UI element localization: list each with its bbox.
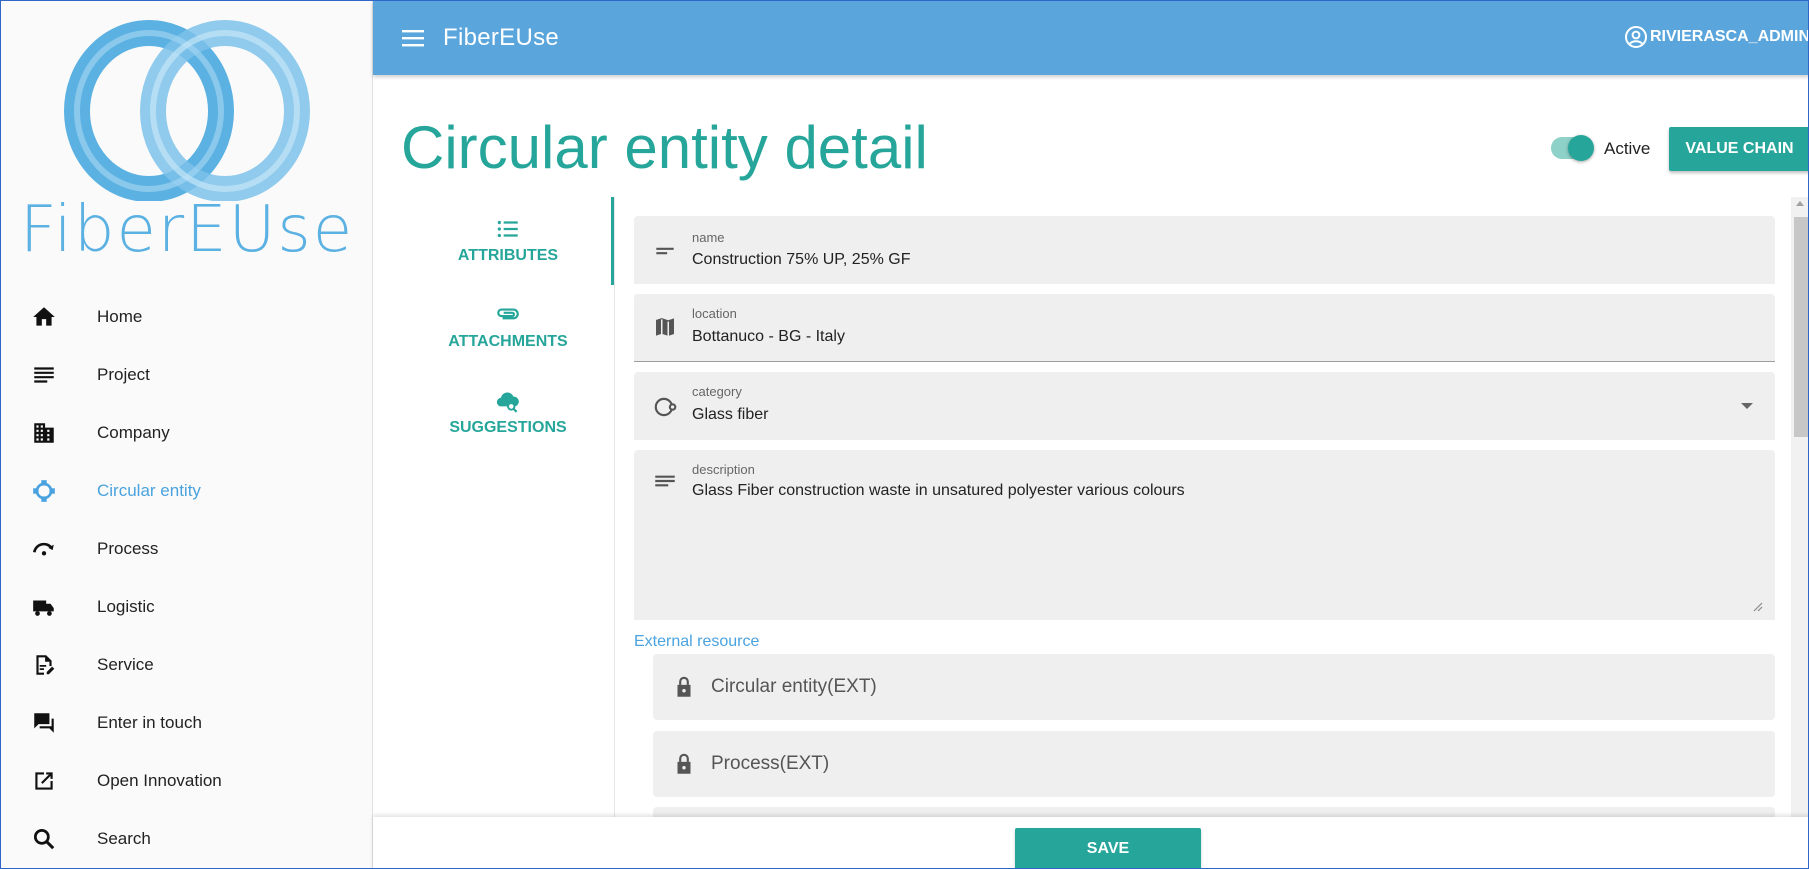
tab-label: SUGGESTIONS <box>449 418 567 436</box>
sidebar-item-label: Circular entity <box>97 481 201 500</box>
scrollbar-thumb[interactable] <box>1794 217 1808 437</box>
building-icon <box>1 420 97 446</box>
sidebar-item-company[interactable]: Company <box>1 404 373 462</box>
toggle-knob <box>1568 135 1594 161</box>
sidebar-item-project[interactable]: Project <box>1 346 373 404</box>
fibereuse-logo: FiberEUse <box>1 1 373 281</box>
category-value: Glass fiber <box>692 406 769 423</box>
sidebar-item-label: Company <box>97 423 170 442</box>
cloud-search-icon <box>496 391 519 413</box>
short-text-icon <box>656 247 674 255</box>
tab-label: ATTACHMENTS <box>448 332 568 350</box>
name-field[interactable]: name Construction 75% UP, 25% GF <box>634 216 1775 284</box>
paperclip-icon <box>497 308 519 319</box>
resize-handle-icon[interactable] <box>1751 600 1763 612</box>
sidebar-item-circular-entity[interactable]: Circular entity <box>1 462 373 520</box>
category-icon <box>654 397 677 417</box>
sidebar-item-process[interactable]: Process <box>1 520 373 578</box>
sidebar-item-open-innovation[interactable]: Open Innovation <box>1 752 373 810</box>
username: RIVIERASCA_ADMIN <box>1649 28 1809 45</box>
lock-icon <box>677 676 691 697</box>
tab-label: ATTRIBUTES <box>457 246 559 264</box>
detail-tabs: ATTRIBUTES ATTACHMENTS SUGGESTIONS <box>403 197 613 455</box>
description-field[interactable]: description Glass Fiber construction was… <box>634 450 1775 620</box>
description-value: Glass Fiber construction waste in unsatu… <box>692 482 1185 499</box>
sidebar-item-logistic[interactable]: Logistic <box>1 578 373 636</box>
open-external-icon <box>1 768 97 794</box>
sidebar-item-label: Search <box>97 829 151 848</box>
external-item-label: Process(EXT) <box>711 753 830 774</box>
tab-attachments[interactable]: ATTACHMENTS <box>403 283 613 369</box>
notes-icon <box>655 475 675 487</box>
menu-icon[interactable] <box>395 20 431 56</box>
sidebar: FiberEUse Home Project Company Circular … <box>1 1 373 868</box>
tab-divider <box>614 197 615 817</box>
sidebar-item-home[interactable]: Home <box>1 288 373 346</box>
process-icon <box>1 536 97 562</box>
category-select[interactable]: category Glass fiber <box>634 372 1775 440</box>
sidebar-item-service[interactable]: Service <box>1 636 373 694</box>
scroll-up-arrow-icon[interactable] <box>1796 201 1804 206</box>
logo-text: FiberEUse <box>19 193 355 267</box>
sidebar-item-label: Home <box>97 307 143 326</box>
list-icon <box>1 362 97 388</box>
search-icon <box>1 826 97 852</box>
sidebar-item-label: Open Innovation <box>97 771 222 790</box>
sidebar-item-label: Service <box>97 655 154 674</box>
home-icon <box>1 304 97 330</box>
app-title: FiberEUse <box>443 24 560 51</box>
account-circle-icon <box>1624 26 1647 48</box>
location-field[interactable]: location Bottanuco - BG - Italy <box>634 294 1775 362</box>
location-value: Bottanuco - BG - Italy <box>692 328 845 345</box>
user-menu[interactable]: RIVIERASCA_ADMIN <box>1624 25 1809 49</box>
active-label: Active <box>1604 139 1651 158</box>
location-label: location <box>692 306 737 321</box>
external-circular-entity-field[interactable]: Circular entity(EXT) <box>653 654 1775 720</box>
chat-icon <box>1 710 97 736</box>
list-bullet-icon <box>497 220 518 237</box>
sidebar-nav: Home Project Company Circular entity Pro… <box>1 288 373 868</box>
map-icon <box>654 316 676 338</box>
sidebar-item-label: Project <box>97 365 150 384</box>
name-value: Construction 75% UP, 25% GF <box>692 251 911 268</box>
sidebar-item-label: Enter in touch <box>97 713 202 732</box>
category-label: category <box>692 384 742 399</box>
sidebar-item-label: Process <box>97 539 159 558</box>
service-icon <box>1 652 97 678</box>
save-button[interactable]: SAVE <box>1015 828 1201 868</box>
sidebar-item-enter-in-touch[interactable]: Enter in touch <box>1 694 373 752</box>
sidebar-item-search[interactable]: Search <box>1 810 373 868</box>
page-title: Circular entity detail <box>401 114 928 181</box>
active-toggle[interactable] <box>1551 135 1594 161</box>
sidebar-item-label: Logistic <box>97 597 155 616</box>
circular-entity-icon <box>1 478 97 504</box>
app-window: FiberEUse Home Project Company Circular … <box>0 0 1809 869</box>
truck-icon <box>1 594 97 620</box>
dropdown-arrow-icon <box>1741 403 1753 409</box>
top-app-bar: FiberEUse RIVIERASCA_ADMIN <box>373 1 1809 75</box>
external-item-label: Circular entity(EXT) <box>711 676 877 697</box>
lock-icon <box>677 753 691 774</box>
tab-suggestions[interactable]: SUGGESTIONS <box>403 369 613 455</box>
external-process-field[interactable]: Process(EXT) <box>653 731 1775 797</box>
name-label: name <box>692 230 725 245</box>
value-chain-button[interactable]: VALUE CHAIN <box>1669 127 1808 171</box>
description-label: description <box>692 462 755 477</box>
external-resource-label: External resource <box>634 633 760 650</box>
tab-attributes[interactable]: ATTRIBUTES <box>403 197 613 283</box>
